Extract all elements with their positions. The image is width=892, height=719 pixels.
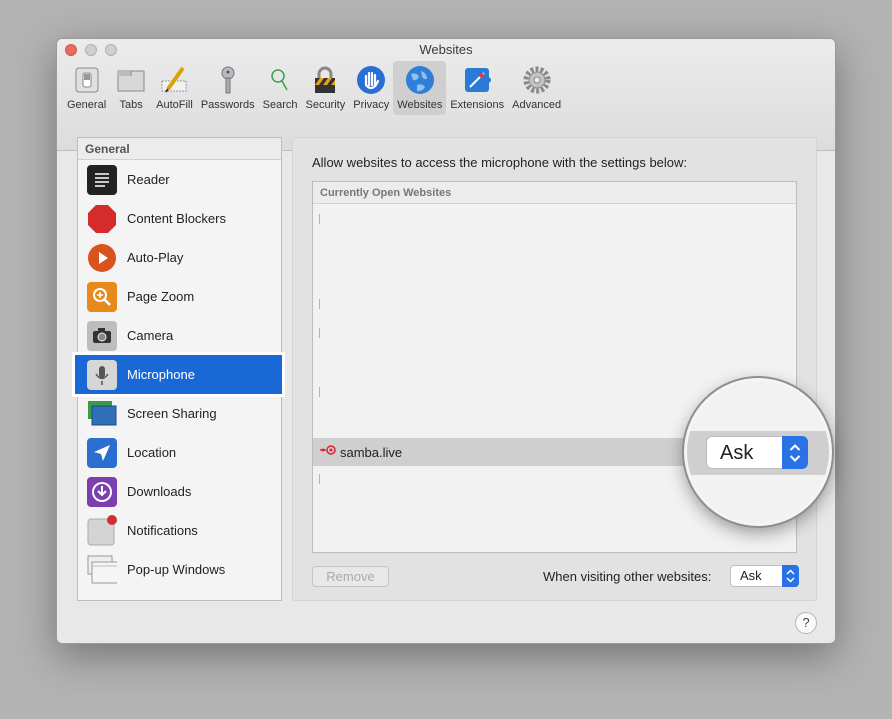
reader-icon [87,164,117,195]
notification-icon [87,514,117,546]
sidebar-item-label: Page Zoom [127,289,195,304]
list-divider [319,387,320,397]
tab-label: Search [262,99,298,111]
sidebar-item-label: Notifications [127,523,198,538]
tab-extensions[interactable]: Extensions [446,61,508,115]
sidebar-item-microphone[interactable]: Microphone [72,352,285,397]
help-button[interactable]: ? [795,612,817,634]
sidebar-item-label: Microphone [127,367,195,382]
select-value: Ask [720,442,754,464]
panel-description: Allow websites to access the microphone … [312,155,688,170]
sidebar-item-label: Content Blockers [127,211,226,226]
sidebar-item-label: Camera [127,328,174,343]
window-title: Websites [419,42,473,57]
puzzle-icon [460,63,494,97]
sidebar-item-label: Screen Sharing [127,406,217,421]
zoom-callout: Ask [684,378,832,526]
sidebar-item-reader[interactable]: Reader [78,160,281,199]
tab-label: Privacy [353,99,390,111]
sidebar: General Reader Content Blockers Auto-Pla… [72,137,285,601]
sidebar-item-popup-windows[interactable]: Pop-up Windows [78,550,281,589]
remove-button[interactable]: Remove [312,566,389,587]
sidebar-header: General [78,138,281,160]
hand-icon [354,63,388,97]
site-permission-select[interactable]: Ask [706,436,808,469]
tab-security[interactable]: Security [301,61,349,115]
download-icon [87,476,117,507]
preferences-window: Websites General Tabs AutoFill Passwords… [56,38,836,644]
list-divider [319,299,320,309]
tab-advanced[interactable]: Advanced [508,61,565,115]
padlock-icon [308,63,342,97]
popup-windows-icon [87,555,117,585]
tab-label: Advanced [512,99,562,111]
camera-icon [87,320,117,351]
tab-search[interactable]: Search [259,61,302,115]
settings-panel: Allow websites to access the microphone … [292,137,817,601]
tab-label: Security [305,99,346,111]
other-websites-select[interactable]: Ask [730,565,799,587]
tab-general[interactable]: General [63,61,110,115]
tab-label: AutoFill [156,99,193,111]
globe-icon [403,63,437,97]
other-websites-label: When visiting other websites: [543,569,712,584]
tab-privacy[interactable]: Privacy [349,61,393,115]
sidebar-item-notifications[interactable]: Notifications [78,511,281,550]
play-icon [87,243,117,273]
list-divider [319,474,320,484]
sidebar-item-label: Pop-up Windows [127,562,226,577]
sidebar-item-camera[interactable]: Camera [78,316,281,355]
sidebar-item-screen-sharing[interactable]: Screen Sharing [78,394,281,433]
gear-icon [520,63,554,97]
sidebar-item-content-blockers[interactable]: Content Blockers [78,199,281,238]
tab-tabs[interactable]: Tabs [110,61,152,115]
tab-passwords[interactable]: Passwords [197,61,259,115]
updown-chevron-icon [782,436,808,469]
tab-autofill[interactable]: AutoFill [152,61,197,115]
sidebar-item-location[interactable]: Location [78,433,281,472]
tab-label: General [67,99,107,111]
key-icon [211,63,245,97]
select-value: Ask [740,568,762,583]
sidebar-item-label: Downloads [127,484,192,499]
site-name: samba.live [340,444,403,460]
tab-websites[interactable]: Websites [393,61,447,115]
screen-sharing-icon [87,399,117,429]
pencil-form-icon [157,63,191,97]
stop-sign-icon [87,204,117,234]
toolbar: General Tabs AutoFill Passwords Search S… [63,61,565,115]
titlebar: Websites General Tabs AutoFill Passwords… [57,39,835,151]
sidebar-item-downloads[interactable]: Downloads [78,472,281,511]
tab-label: Passwords [200,99,255,111]
microphone-icon [87,359,117,390]
sidebar-item-page-zoom[interactable]: Page Zoom [78,277,281,316]
location-arrow-icon [87,437,117,468]
updown-chevron-icon [782,565,799,587]
list-header: Currently Open Websites [313,182,796,204]
list-divider [319,214,320,224]
sidebar-item-auto-play[interactable]: Auto-Play [78,238,281,277]
tab-label: Websites [397,99,443,111]
sidebar-item-label: Location [127,445,177,460]
zoom-icon [87,281,117,312]
tab-label: Extensions [450,99,505,111]
sidebar-item-label: Auto-Play [127,250,184,265]
list-divider [319,328,320,338]
site-favicon-icon [320,443,336,461]
tab-label: Tabs [119,99,143,111]
magnifier-icon [263,63,297,97]
switch-icon [70,63,104,97]
sidebar-item-label: Reader [127,172,170,187]
tabs-icon [114,63,148,97]
